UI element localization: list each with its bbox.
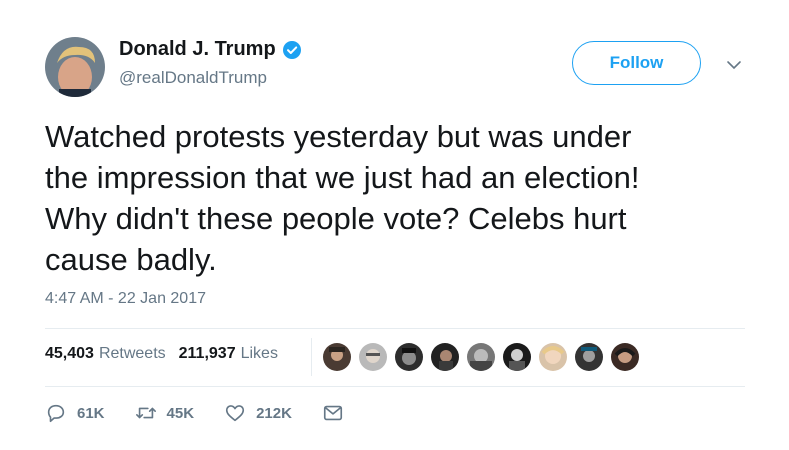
- chevron-down-icon[interactable]: [726, 58, 742, 70]
- retweets-stat[interactable]: 45,403 Retweets: [45, 345, 166, 363]
- liker-avatar[interactable]: [467, 343, 495, 371]
- reply-icon: [47, 404, 65, 423]
- retweets-count: 45,403: [45, 345, 94, 362]
- liker-avatar[interactable]: [611, 343, 639, 371]
- tweet-timestamp[interactable]: 4:47 AM - 22 Jan 2017: [45, 290, 206, 308]
- profile-avatar[interactable]: [45, 37, 105, 97]
- user-handle[interactable]: @realDonaldTrump: [119, 68, 267, 88]
- stats-separator: [311, 338, 312, 376]
- likes-label: Likes: [240, 345, 278, 362]
- reply-action[interactable]: 61K: [45, 402, 105, 424]
- retweet-count: 45K: [166, 404, 195, 422]
- retweet-icon: [135, 407, 156, 419]
- verified-badge-icon: [282, 40, 302, 60]
- liker-avatar[interactable]: [359, 343, 387, 371]
- reply-count: 61K: [77, 404, 105, 422]
- liker-avatars: [323, 343, 647, 371]
- divider-bottom: [45, 386, 745, 387]
- direct-message-icon: [323, 405, 342, 421]
- liker-avatar[interactable]: [395, 343, 423, 371]
- like-count: 212K: [256, 404, 292, 422]
- like-action[interactable]: 212K: [224, 402, 292, 424]
- liker-avatar[interactable]: [431, 343, 459, 371]
- divider-top: [45, 328, 745, 329]
- liker-avatar[interactable]: [323, 343, 351, 371]
- direct-message-action[interactable]: [322, 402, 354, 424]
- tweet-actions: 61K 45K 212K: [45, 402, 384, 424]
- liker-avatar[interactable]: [575, 343, 603, 371]
- likes-stat[interactable]: 211,937 Likes: [179, 345, 278, 363]
- likes-count: 211,937: [178, 345, 236, 362]
- display-name[interactable]: Donald J. Trump: [119, 38, 302, 61]
- like-heart-icon: [225, 405, 245, 422]
- retweet-action[interactable]: 45K: [135, 402, 195, 424]
- retweets-label: Retweets: [98, 345, 166, 362]
- liker-avatar[interactable]: [539, 343, 567, 371]
- tweet-text: Watched protests yesterday but was under…: [45, 119, 640, 277]
- display-name-text[interactable]: Donald J. Trump: [119, 38, 276, 61]
- follow-button[interactable]: Follow: [572, 41, 701, 85]
- tweet-stats: 45,403 Retweets 211,937 Likes: [45, 345, 291, 363]
- liker-avatar[interactable]: [503, 343, 531, 371]
